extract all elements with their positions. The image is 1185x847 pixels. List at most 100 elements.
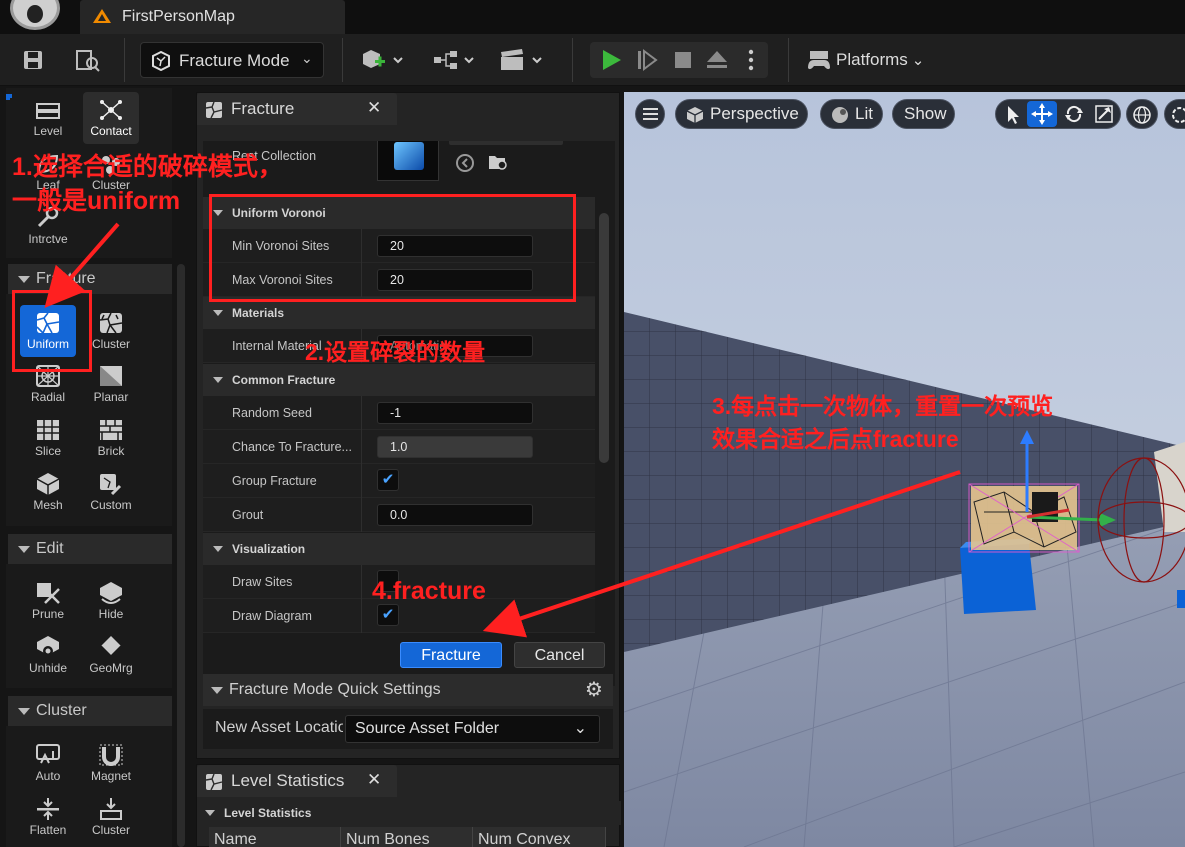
more-options-icon[interactable] xyxy=(736,42,766,78)
cluster-merge-button[interactable]: Cluster xyxy=(83,791,139,843)
custom-tool-button[interactable]: Custom xyxy=(83,466,139,518)
properties-scrollbar[interactable] xyxy=(599,213,609,463)
contact-label: Contact xyxy=(90,124,132,138)
toolbar-separator xyxy=(124,38,125,82)
random-seed-input[interactable]: -1 xyxy=(377,402,533,424)
radial-label: Radial xyxy=(30,390,66,404)
flatten-cluster-button[interactable]: Flatten xyxy=(20,791,76,843)
unreal-logo-icon[interactable] xyxy=(10,0,60,30)
level-viewport[interactable]: Perspective Lit Show xyxy=(624,92,1185,847)
rotate-icon[interactable] xyxy=(1061,102,1087,126)
play-controls xyxy=(590,42,768,78)
geomerge-label: GeoMrg xyxy=(89,661,133,675)
magnet-cluster-button[interactable]: Magnet xyxy=(83,737,139,789)
cancel-button[interactable]: Cancel xyxy=(514,642,605,668)
scale-icon[interactable] xyxy=(1091,102,1117,126)
viewport-menu-button[interactable] xyxy=(635,99,665,129)
quick-settings-header[interactable]: Fracture Mode Quick Settings ⚙ xyxy=(203,674,613,706)
auto-cluster-button[interactable]: Auto xyxy=(20,737,76,789)
fracture-tab[interactable]: Fracture ✕ xyxy=(197,93,397,125)
close-icon[interactable]: ✕ xyxy=(367,98,381,118)
lit-sphere-icon xyxy=(832,107,848,123)
transform-tools-group xyxy=(995,99,1121,129)
cluster-section-header[interactable]: Cluster xyxy=(8,696,172,726)
level-statistics-tab-title: Level Statistics xyxy=(231,771,345,790)
geomerge-tool-button[interactable]: GeoMrg xyxy=(83,629,139,681)
cluster-fracture-label: Cluster xyxy=(91,337,130,351)
annotation-step-4: 4.fracture xyxy=(372,577,486,605)
save-icon[interactable] xyxy=(18,42,48,78)
eject-icon[interactable] xyxy=(700,42,734,78)
visualization-category[interactable]: Visualization xyxy=(203,533,595,565)
new-asset-location-row: New Asset Location Source Asset Folder ⌄ xyxy=(203,709,613,749)
custom-label: Custom xyxy=(90,498,132,512)
perspective-label: Perspective xyxy=(710,104,799,123)
brick-tool-button[interactable]: Brick xyxy=(83,412,139,464)
slice-tool-button[interactable]: Slice xyxy=(20,412,76,464)
interactive-label: Intrctve xyxy=(28,232,68,246)
draw-diagram-checkbox[interactable]: ✔ xyxy=(377,604,399,626)
level-statistics-tab[interactable]: Level Statistics ✕ xyxy=(197,765,397,797)
world-local-toggle[interactable] xyxy=(1126,99,1158,129)
flatten-icon xyxy=(37,798,59,820)
level-tool-button[interactable]: Level xyxy=(20,92,76,144)
close-icon[interactable]: ✕ xyxy=(367,770,381,790)
translate-move-icon[interactable] xyxy=(1027,101,1057,127)
flatten-label: Flatten xyxy=(29,823,67,837)
annotation-step-1: 1.选择合适的破碎模式， 一般是uniform xyxy=(12,150,283,218)
chance-to-fracture-row: Chance To Fracture... 1.0 xyxy=(203,430,595,464)
fracture-mode-icon xyxy=(152,51,170,71)
stop-icon[interactable] xyxy=(666,42,700,78)
asset-picker-bar[interactable] xyxy=(449,141,563,145)
blueprint-icon[interactable] xyxy=(430,42,480,78)
step-icon[interactable] xyxy=(630,42,664,78)
grout-row: Grout 0.0 xyxy=(203,498,595,532)
palette-scrollbar[interactable] xyxy=(177,264,185,847)
platforms-button[interactable]: Platforms ⌄ xyxy=(806,42,924,78)
annotation-step-3-line-1: 3.每点击一次物体，重置一次预览 xyxy=(712,393,1054,419)
prune-tool-button[interactable]: Prune xyxy=(20,575,76,627)
select-cursor-icon[interactable] xyxy=(999,102,1025,126)
new-asset-location-dropdown[interactable]: Source Asset Folder ⌄ xyxy=(345,715,600,743)
level-label: Level xyxy=(33,124,63,138)
auto-cluster-icon xyxy=(36,744,60,764)
gear-icon[interactable]: ⚙ xyxy=(585,679,603,701)
mesh-tool-button[interactable]: Mesh xyxy=(20,466,76,518)
gamepad-icon xyxy=(808,51,830,70)
use-selected-icon[interactable] xyxy=(455,153,475,173)
lit-button[interactable]: Lit xyxy=(820,99,883,129)
fracture-button[interactable]: Fracture xyxy=(400,642,502,668)
show-button[interactable]: Show xyxy=(892,99,955,129)
auto-label: Auto xyxy=(35,769,61,783)
hide-tool-button[interactable]: Hide xyxy=(83,575,139,627)
add-actor-icon[interactable] xyxy=(358,42,410,78)
grout-input[interactable]: 0.0 xyxy=(377,504,533,526)
chevron-down-icon: ⌄ xyxy=(573,720,587,737)
column-header-name[interactable]: Name xyxy=(209,827,341,847)
column-header-num-bones[interactable]: Num Bones xyxy=(341,827,473,847)
contact-tool-button[interactable]: Contact xyxy=(83,92,139,144)
column-header-num-convex[interactable]: Num Convex xyxy=(473,827,606,847)
slice-label: Slice xyxy=(34,444,61,458)
level-statistics-category[interactable]: Level Statistics xyxy=(197,801,621,825)
magnet-label: Magnet xyxy=(90,769,132,783)
unhide-tool-button[interactable]: Unhide xyxy=(20,629,76,681)
browse-asset-icon[interactable] xyxy=(487,151,509,173)
play-icon[interactable] xyxy=(594,42,628,78)
random-seed-row: Random Seed -1 xyxy=(203,396,595,430)
perspective-button[interactable]: Perspective xyxy=(675,99,808,129)
mode-dropdown[interactable]: Fracture Mode ⌄ xyxy=(140,42,324,78)
unhide-icon xyxy=(37,636,59,656)
planar-icon xyxy=(100,366,122,386)
common-fracture-category[interactable]: Common Fracture xyxy=(203,364,595,396)
viewport-scene xyxy=(624,92,1185,847)
edit-section-header[interactable]: Edit xyxy=(8,534,172,564)
chance-to-fracture-slider[interactable]: 1.0 xyxy=(377,436,533,458)
browse-content-icon[interactable] xyxy=(72,42,104,78)
rest-collection-thumbnail[interactable] xyxy=(377,141,439,181)
prune-label: Prune xyxy=(31,607,65,621)
group-fracture-checkbox[interactable]: ✔ xyxy=(377,469,399,491)
cinematics-icon[interactable] xyxy=(498,42,548,78)
chevron-down-icon: ⌄ xyxy=(911,52,925,69)
map-tab[interactable]: FirstPersonMap xyxy=(80,0,345,34)
